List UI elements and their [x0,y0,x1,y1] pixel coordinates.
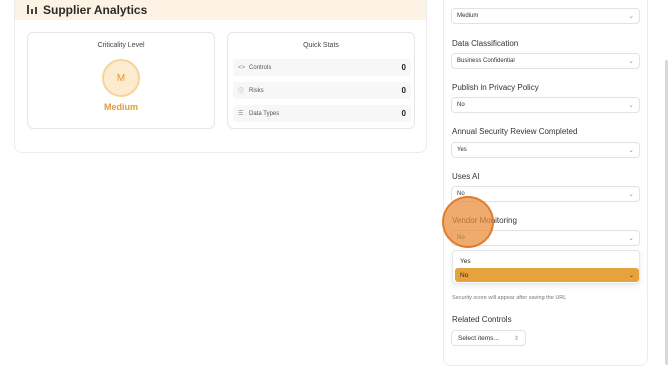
chevron-down-icon: ⌄ [628,272,634,279]
criticality-title: Criticality Level [97,42,145,49]
page-scrollbar[interactable] [665,60,668,365]
chevron-down-icon: ⌄ [628,102,634,109]
vendor-monitoring-select[interactable]: No ⌄ [451,230,640,246]
criticality-badge: M [102,59,140,97]
chevron-down-icon: ⌄ [628,147,634,154]
bar-chart-icon [27,5,37,14]
select-value: No [457,102,465,108]
publish-privacy-select[interactable]: No ⌄ [451,97,640,113]
database-icon: ☰ [238,111,244,117]
chevron-down-icon: ⌄ [628,191,634,198]
info-icon: ⓘ [238,89,245,95]
select-placeholder: Select items... [458,334,499,342]
criticality-select[interactable]: Medium ⌄ [451,8,640,24]
select-value: Medium [457,13,479,19]
quick-stats-panel: Quick Stats <> Controls 0 ⓘ Risks 0 ☰ Da… [227,32,415,129]
criticality-level: Medium [103,102,138,112]
sort-arrows-icon: ⇕ [513,335,519,342]
stat-value: 0 [401,63,406,72]
field-label-related-controls: Related Controls [452,315,512,324]
field-label-publish-privacy: Publish in Privacy Policy [452,83,539,92]
stat-label: Risks [249,87,264,94]
vendor-monitoring-dropdown: Yes No ⌄ [452,250,640,284]
select-value: Yes [457,147,467,153]
code-icon: <> [238,64,246,71]
field-label-annual-review: Annual Security Review Completed [452,127,578,136]
select-value: Business Confidential [457,58,515,64]
chevron-down-icon: ⌄ [628,235,634,242]
chevron-down-icon: ⌄ [628,13,634,20]
uses-ai-select[interactable]: No ⌄ [451,186,640,202]
stat-data-types: ☰ Data Types 0 [233,105,411,122]
field-label-uses-ai: Uses AI [452,172,480,181]
stat-label: Controls [249,64,272,71]
stat-risks: ⓘ Risks 0 [233,82,411,99]
supplier-form-panel: Medium ⌄ Data Classification Business Co… [443,0,648,366]
related-controls-select[interactable]: Select items... ⇕ [451,330,526,346]
select-value: No [457,235,465,241]
chevron-down-icon: ⌄ [628,58,634,65]
stat-value: 0 [401,109,406,118]
security-score-hint: Security score will appear after saving … [452,295,567,301]
data-classification-select[interactable]: Business Confidential ⌄ [451,53,640,69]
select-value: No [457,191,465,197]
option-label: No [460,271,469,279]
quick-stats-title: Quick Stats [303,42,339,49]
stat-controls: <> Controls 0 [233,59,411,76]
dropdown-option-yes[interactable]: Yes [455,254,639,268]
criticality-panel: Criticality Level M Medium [27,32,215,129]
supplier-analytics-card: Supplier Analytics Criticality Level M M… [14,0,427,153]
dropdown-option-no[interactable]: No ⌄ [455,268,639,282]
analytics-title: Supplier Analytics [43,3,148,17]
field-label-vendor-monitoring: Vendor Monitoring [452,216,517,225]
annual-review-select[interactable]: Yes ⌄ [451,142,640,158]
stat-label: Data Types [249,110,280,117]
analytics-header: Supplier Analytics [15,0,426,20]
stat-value: 0 [401,86,406,95]
field-label-data-classification: Data Classification [452,39,519,48]
